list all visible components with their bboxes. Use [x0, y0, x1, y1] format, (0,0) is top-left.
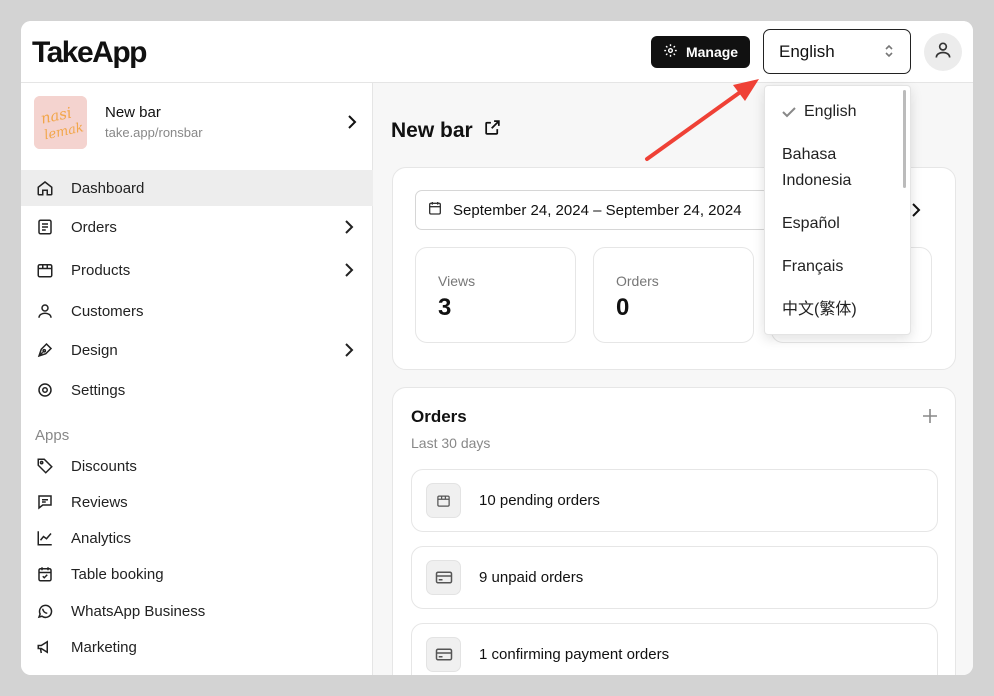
sidebar-item-label: WhatsApp Business [71, 602, 206, 620]
page-title: New bar [391, 118, 502, 143]
order-row-label: 1 confirming payment orders [479, 646, 670, 663]
language-option-label: English [804, 103, 857, 120]
whatsapp-icon [36, 602, 54, 620]
language-option-bahasa-indonesia[interactable]: Bahasa Indonesia [765, 142, 885, 194]
sidebar: nasi lemak New bar take.app/ronsbar Dash… [21, 83, 373, 675]
order-summary-row[interactable]: 10 pending orders [411, 469, 938, 532]
user-icon [36, 302, 54, 320]
sidebar-item-design[interactable]: Design [21, 332, 373, 368]
credit-card-icon [426, 637, 461, 672]
language-dropdown-menu: English Bahasa Indonesia Español Françai… [764, 85, 911, 335]
sidebar-item-label: Marketing [71, 638, 137, 656]
stat-card-views[interactable]: Views 3 [415, 247, 576, 343]
sidebar-item-settings[interactable]: Settings [21, 372, 373, 408]
sidebar-item-products[interactable]: Products [21, 252, 373, 288]
language-option-espanol[interactable]: Español [765, 211, 905, 237]
stat-label: Orders [616, 273, 659, 289]
language-option-label: Bahasa Indonesia [782, 146, 852, 189]
sidebar-item-label: Dashboard [71, 179, 145, 197]
sidebar-item-reviews[interactable]: Reviews [21, 484, 373, 520]
date-range-picker[interactable]: September 24, 2024 – September 24, 2024 [415, 190, 770, 230]
chart-icon [36, 529, 54, 547]
sidebar-item-label: Settings [71, 381, 126, 399]
sidebar-item-discounts[interactable]: Discounts [21, 448, 373, 484]
chevron-right-icon [344, 262, 354, 282]
chat-icon [36, 493, 54, 511]
order-summary-row[interactable]: 9 unpaid orders [411, 546, 938, 609]
manage-button[interactable]: Manage [651, 36, 750, 68]
takeapp-logo[interactable]: TakeApp [32, 36, 147, 70]
sidebar-item-label: Orders [71, 218, 117, 236]
sidebar-item-label: Products [71, 261, 131, 279]
date-range-text: September 24, 2024 – September 24, 2024 [453, 201, 742, 219]
language-option-chinese-traditional[interactable]: 中文(繁体) [765, 297, 905, 323]
language-option-label: 中文(繁体) [782, 301, 857, 318]
language-select[interactable]: English [763, 29, 911, 74]
sidebar-item-label: Analytics [71, 529, 132, 547]
language-option-label: Français [782, 258, 844, 275]
order-row-label: 9 unpaid orders [479, 569, 584, 586]
sidebar-item-orders[interactable]: Orders [21, 209, 373, 245]
store-name: New bar [105, 104, 161, 121]
sidebar-item-label: Design [71, 341, 118, 359]
chevron-right-icon [346, 113, 358, 136]
chevron-right-icon [344, 342, 354, 362]
megaphone-icon [36, 638, 54, 656]
language-option-label: Español [782, 215, 840, 232]
sidebar-item-label: Reviews [71, 493, 128, 511]
external-link-icon[interactable] [483, 118, 502, 143]
orders-list-icon [36, 218, 54, 236]
calendar-icon [427, 200, 443, 220]
sidebar-item-whatsapp-business[interactable]: WhatsApp Business [21, 593, 373, 629]
order-summary-row[interactable]: 1 confirming payment orders [411, 623, 938, 675]
chevron-up-down-icon [883, 42, 895, 65]
manage-label: Manage [685, 44, 739, 60]
dropdown-scrollbar[interactable] [903, 90, 906, 188]
user-avatar-button[interactable] [924, 33, 962, 71]
gear-icon [36, 381, 54, 399]
home-icon [36, 179, 54, 197]
stat-value: 3 [438, 294, 452, 321]
user-icon [933, 40, 953, 65]
language-select-value: English [779, 41, 835, 61]
gear-icon [663, 43, 678, 61]
store-url: take.app/ronsbar [105, 125, 203, 140]
sidebar-item-label: Discounts [71, 457, 137, 475]
apps-section-label: Apps [35, 427, 70, 444]
store-thumbnail: nasi lemak [34, 96, 87, 149]
language-option-francais[interactable]: Français [765, 254, 905, 280]
calendar-check-icon [36, 565, 54, 583]
orders-card-subtitle: Last 30 days [411, 435, 491, 451]
orders-card-title: Orders [411, 407, 467, 426]
app-window: TakeApp Manage English nasi lemak New ba… [21, 21, 973, 675]
top-bar: TakeApp Manage English [21, 21, 973, 83]
stat-label: Views [438, 273, 476, 289]
sidebar-item-label: Table booking [71, 565, 164, 583]
language-option-english[interactable]: English [765, 99, 905, 125]
box-icon [36, 261, 54, 279]
page-title-text: New bar [391, 118, 473, 142]
orders-card: Orders Last 30 days 10 pending orders 9 … [392, 387, 956, 675]
stat-card-orders[interactable]: Orders 0 [593, 247, 754, 343]
store-switcher[interactable]: nasi lemak New bar take.app/ronsbar [21, 83, 373, 163]
sidebar-item-label: Customers [71, 302, 144, 320]
credit-card-icon [426, 560, 461, 595]
stat-value: 0 [616, 294, 630, 321]
sidebar-item-customers[interactable]: Customers [21, 293, 373, 329]
chevron-right-icon[interactable] [911, 202, 921, 223]
sidebar-item-marketing[interactable]: Marketing [21, 629, 373, 665]
chevron-right-icon [344, 219, 354, 239]
tag-icon [36, 457, 54, 475]
sidebar-item-dashboard[interactable]: Dashboard [21, 170, 373, 206]
plus-icon[interactable] [922, 408, 938, 429]
sidebar-item-table-booking[interactable]: Table booking [21, 556, 373, 592]
order-row-label: 10 pending orders [479, 492, 600, 509]
sidebar-item-analytics[interactable]: Analytics [21, 520, 373, 556]
pen-icon [36, 341, 54, 359]
box-icon [426, 483, 461, 518]
check-icon [782, 99, 796, 134]
